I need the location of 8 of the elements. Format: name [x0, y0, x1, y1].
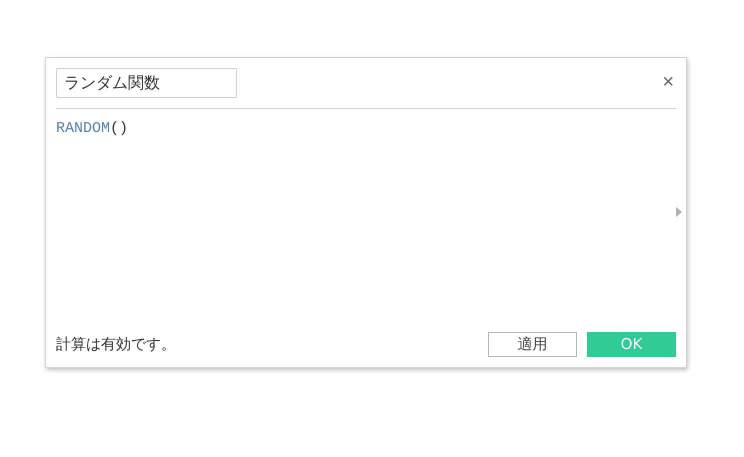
- formula-punctuation: (): [110, 120, 128, 137]
- status-message: 計算は有効です。: [56, 334, 177, 356]
- formula-editor[interactable]: RANDOM(): [56, 121, 128, 332]
- function-name: RANDOM: [56, 120, 110, 137]
- close-button[interactable]: ×: [660, 72, 676, 92]
- expand-arrow-icon[interactable]: [676, 207, 682, 217]
- apply-button[interactable]: 適用: [488, 332, 577, 357]
- name-field[interactable]: ランダム関数: [56, 68, 237, 98]
